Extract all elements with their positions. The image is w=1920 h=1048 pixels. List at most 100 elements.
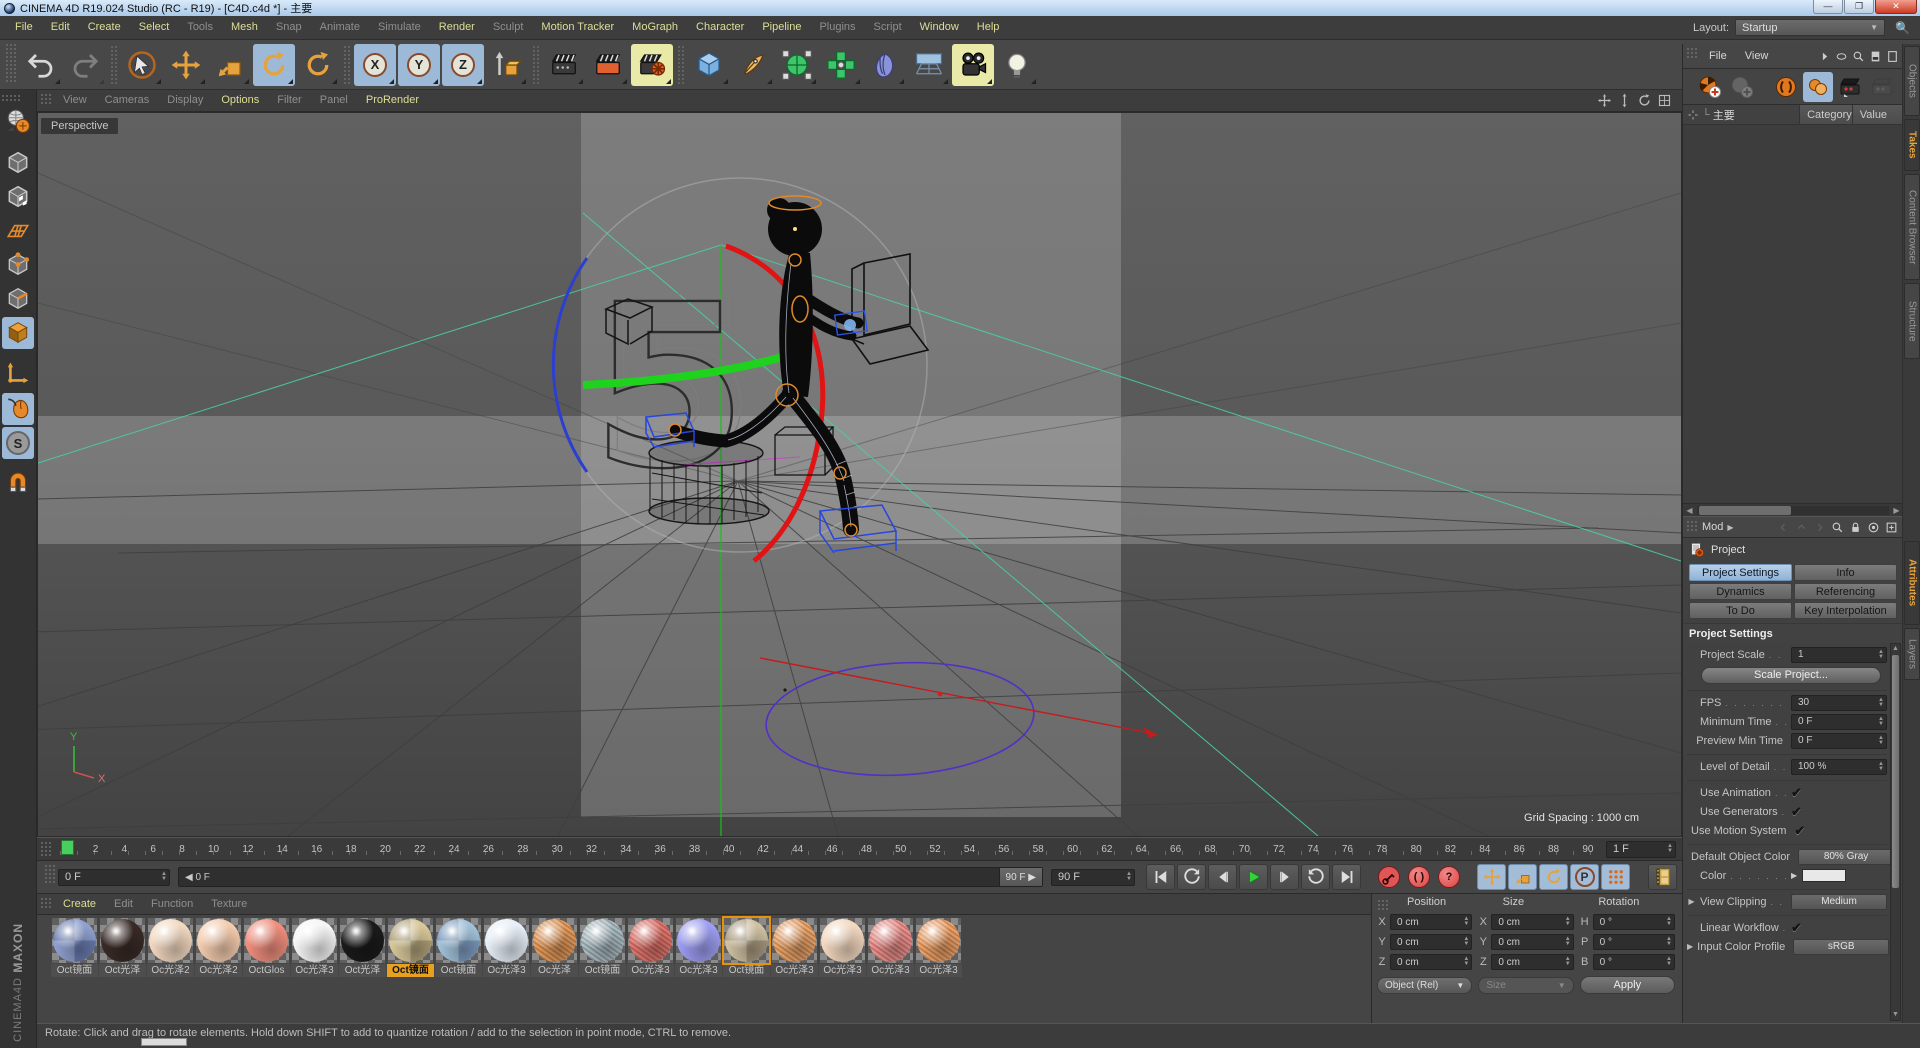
scale-project-button[interactable]: Scale Project...: [1701, 666, 1881, 684]
previous-key-button[interactable]: [1177, 864, 1206, 890]
enable-axis-modification-button[interactable]: [2, 359, 34, 391]
stepper-icon[interactable]: ▲ ▼: [1459, 956, 1469, 967]
position-z-field[interactable]: 0 cm ▲ ▼: [1390, 954, 1473, 970]
deformer-objects-button[interactable]: [864, 44, 906, 86]
tri-right-icon[interactable]: ▶: [1791, 871, 1797, 880]
use-motion-system-checkbox[interactable]: ✔: [1794, 823, 1805, 839]
material-thumbnail[interactable]: [292, 918, 337, 963]
use-animation-checkbox[interactable]: ✔: [1791, 785, 1802, 801]
toggle-views-icon[interactable]: [1656, 93, 1672, 109]
polygons-mode-button[interactable]: [2, 317, 34, 349]
material-item[interactable]: OctGlos: [243, 918, 290, 977]
redo-button[interactable]: [64, 44, 106, 86]
viewport-menu-filter[interactable]: Filter: [268, 89, 310, 112]
menu-mograph[interactable]: MoGraph: [623, 16, 687, 39]
view-clipping-dropdown[interactable]: Medium: [1791, 893, 1887, 910]
material-label[interactable]: Oc光泽3: [483, 964, 530, 977]
material-label[interactable]: Oc光泽2: [147, 964, 194, 977]
material-item[interactable]: Oct镜面: [579, 918, 626, 977]
tab-info[interactable]: Info: [1794, 564, 1897, 581]
history-back-icon[interactable]: [1776, 520, 1791, 535]
menu-plugins[interactable]: Plugins: [810, 16, 864, 39]
material-label[interactable]: Oc光泽2: [195, 964, 242, 977]
material-label[interactable]: Oct光泽: [339, 964, 386, 977]
rotate-tool[interactable]: [253, 43, 295, 86]
more-menu-icon[interactable]: [1817, 49, 1832, 64]
timeline-playhead[interactable]: [61, 840, 74, 855]
color-swatch-field[interactable]: [1802, 869, 1847, 882]
material-label[interactable]: Oc光泽3: [915, 964, 962, 977]
keyframe-selection-button[interactable]: ?: [1435, 864, 1463, 890]
material-label[interactable]: OctGlos: [243, 964, 290, 977]
sidebar-grip[interactable]: [0, 93, 20, 101]
material-item[interactable]: Oct光泽: [99, 918, 146, 977]
stepper-icon[interactable]: ▲ ▼: [1561, 956, 1571, 967]
render-marked-takes-button[interactable]: [1835, 72, 1865, 102]
viewport-menu-prorender[interactable]: ProRender: [357, 89, 428, 112]
material-label[interactable]: Oc光泽3: [291, 964, 338, 977]
material-item[interactable]: Oct光泽: [339, 918, 386, 977]
material-thumbnail[interactable]: [436, 918, 481, 963]
tri-right-icon[interactable]: ▶: [1727, 523, 1733, 532]
position-x-field[interactable]: 0 cm ▲ ▼: [1390, 914, 1473, 930]
material-item[interactable]: Oc光泽3: [867, 918, 914, 977]
coords-grip[interactable]: [1376, 898, 1388, 910]
material-item[interactable]: Oct镜面: [722, 916, 771, 977]
camera-label[interactable]: Perspective: [41, 118, 119, 134]
panel-layout-icon[interactable]: [1868, 49, 1883, 64]
environment-objects-button[interactable]: [908, 44, 950, 86]
viewport-menu-display[interactable]: Display: [158, 89, 212, 112]
scrollbar-thumb[interactable]: [1699, 505, 1791, 515]
viewport-menu-view[interactable]: View: [54, 89, 96, 112]
use-generators-checkbox[interactable]: ✔: [1791, 804, 1802, 820]
new-panel-icon[interactable]: [1884, 520, 1899, 535]
model-mode-button[interactable]: [2, 147, 34, 179]
material-label[interactable]: Oct镜面: [387, 964, 434, 977]
material-item[interactable]: Oc光泽3: [627, 918, 674, 977]
edit-render-settings-button[interactable]: [631, 43, 673, 86]
scale-tool[interactable]: [209, 44, 251, 86]
edges-mode-button[interactable]: [2, 283, 34, 315]
subdivision-surface-button[interactable]: [776, 44, 818, 86]
stepper-icon[interactable]: ▲ ▼: [1874, 761, 1884, 772]
material-thumbnail[interactable]: [484, 918, 529, 963]
add-child-take-button[interactable]: [1727, 72, 1757, 102]
menu-edit[interactable]: Edit: [42, 16, 79, 39]
side-tab-content-browser[interactable]: Content Browser: [1904, 174, 1920, 280]
frame-range-slider[interactable]: ◀ 0 F 90 F ▶: [178, 867, 1043, 887]
side-tab-attributes[interactable]: Attributes: [1904, 541, 1920, 625]
render-all-takes-button[interactable]: [1867, 72, 1897, 102]
range-end-handle[interactable]: 90 F ▶: [998, 868, 1042, 886]
close-button[interactable]: ✕: [1875, 0, 1917, 14]
current-frame-field[interactable]: 0 F ▲ ▼: [58, 868, 170, 886]
move-tool[interactable]: [165, 44, 207, 86]
material-item[interactable]: Oc光泽2: [195, 918, 242, 977]
toolbar-grip[interactable]: [4, 42, 16, 82]
stepper-icon[interactable]: ▲ ▼: [1874, 735, 1884, 746]
stepper-icon[interactable]: ▲ ▼: [1662, 916, 1672, 927]
section-header[interactable]: Project Settings: [1683, 623, 1903, 643]
side-tab-objects[interactable]: Objects: [1904, 46, 1920, 116]
autokeying-toggle[interactable]: ( ): [1405, 864, 1433, 890]
menu-select[interactable]: Select: [130, 16, 179, 39]
panel-outline-icon[interactable]: [1885, 49, 1900, 64]
expand-icon[interactable]: ▶: [1687, 897, 1696, 906]
menu-simulate[interactable]: Simulate: [369, 16, 430, 39]
ruler-grip[interactable]: [39, 840, 51, 856]
apply-button[interactable]: Apply: [1579, 976, 1675, 994]
material-label[interactable]: Oct光泽: [99, 964, 146, 977]
material-item[interactable]: Oct镜面: [387, 918, 434, 977]
material-label[interactable]: Oct镜面: [51, 964, 98, 977]
material-label[interactable]: Oct镜面: [579, 964, 626, 977]
material-label[interactable]: Oc光泽: [531, 964, 578, 977]
stepper-icon[interactable]: ▲ ▼: [1459, 916, 1469, 927]
material-thumbnail[interactable]: [196, 918, 241, 963]
material-item[interactable]: Oc光泽3: [483, 918, 530, 977]
search-icon[interactable]: [1830, 520, 1845, 535]
next-frame-button[interactable]: [1270, 864, 1299, 890]
stepper-icon[interactable]: ▲ ▼: [1122, 871, 1132, 882]
next-key-button[interactable]: [1301, 864, 1330, 890]
restore-button[interactable]: ❐: [1844, 0, 1874, 14]
scroll-up-icon[interactable]: ▲: [1891, 644, 1900, 654]
tab-to-do[interactable]: To Do: [1689, 602, 1792, 619]
